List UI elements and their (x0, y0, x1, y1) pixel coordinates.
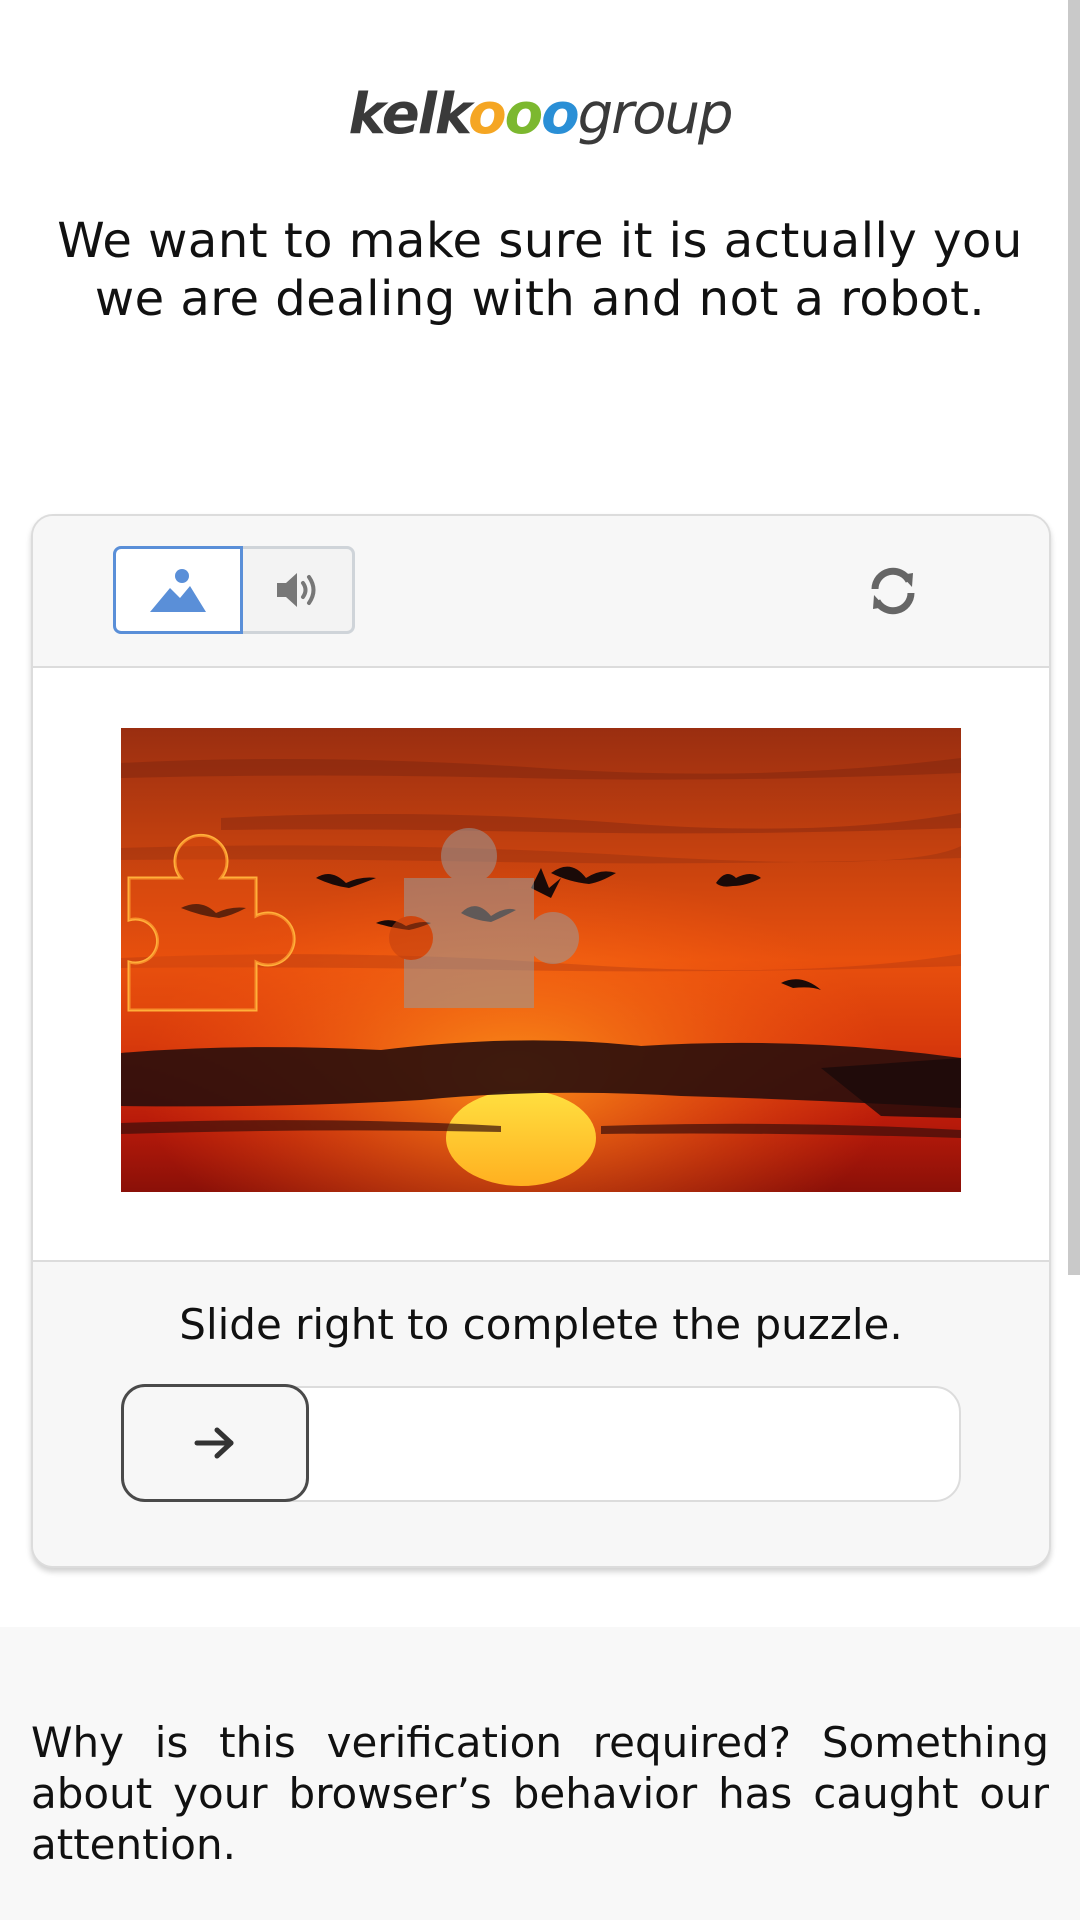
image-mode-button[interactable] (113, 546, 243, 634)
verification-explanation: Why is this verification required? Somet… (31, 1718, 1049, 1869)
sunset-image (121, 728, 961, 1192)
puzzle-image (121, 728, 961, 1192)
arrow-right-icon (194, 1427, 234, 1459)
logo-o-blue: o (541, 82, 580, 147)
page-headline: We want to make sure it is actually you … (57, 213, 1023, 327)
kelkoo-group-logo: kelkooogroup (0, 82, 1080, 147)
page: kelkooogroup We want to make sure it is … (0, 0, 1080, 1920)
slider-instruction: Slide right to complete the puzzle. (179, 1300, 903, 1349)
captcha-toolbar (33, 516, 1049, 668)
captcha-card: Slide right to complete the puzzle. (31, 514, 1051, 1568)
puzzle-area (33, 668, 1049, 1262)
captcha-mode-toggle (113, 546, 355, 634)
audio-mode-button[interactable] (243, 546, 355, 634)
logo-o-green: o (504, 82, 544, 147)
logo-o-orange: o (468, 82, 507, 147)
slider-area: Slide right to complete the puzzle. (33, 1262, 1049, 1566)
logo-text-group: group (577, 82, 734, 147)
image-icon (150, 569, 206, 612)
logo-text-kelk: kelk (348, 82, 471, 147)
footer: Why is this verification required? Somet… (0, 1627, 1080, 1920)
refresh-button[interactable] (858, 556, 928, 626)
speaker-icon (276, 573, 315, 607)
slider-handle[interactable] (121, 1384, 309, 1502)
scrollbar[interactable] (1068, 0, 1080, 1275)
refresh-icon (871, 567, 915, 615)
